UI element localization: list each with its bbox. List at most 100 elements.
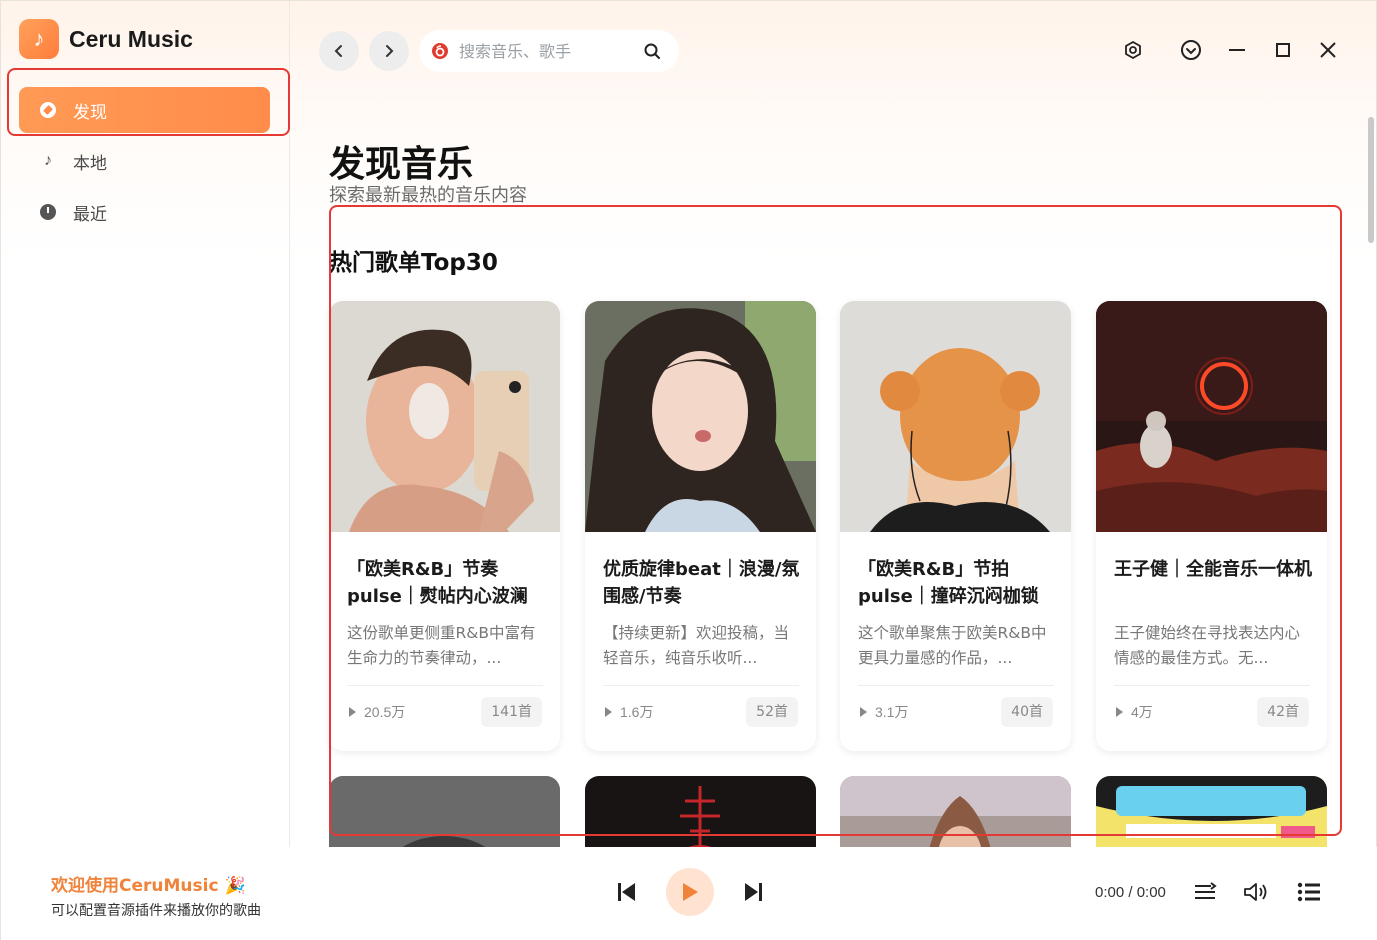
- playlist-title: 「欧美R&B」节拍pulse｜撞碎沉闷枷锁: [858, 559, 1039, 607]
- divider: [858, 685, 1054, 686]
- main-content: 发现音乐 探索最新最热的音乐内容 热门歌单Top30 「欧美R&B」节奏puls…: [290, 101, 1365, 847]
- playlist-mode-button[interactable]: [1192, 879, 1218, 905]
- sidebar-item-label: 发现: [73, 102, 107, 122]
- playlist-cover[interactable]: [1096, 301, 1327, 532]
- compass-icon: [39, 101, 57, 119]
- playlist-desc: 这个歌单聚焦于欧美R&B中更具力量感的作品，...: [858, 624, 1047, 667]
- player-bar: 欢迎使用CeruMusic 🎉 可以配置音源插件来播放你的歌曲 0:00 / 0…: [1, 847, 1377, 940]
- brand: ♪ Ceru Music: [19, 19, 193, 59]
- dropdown-icon: [1181, 40, 1201, 60]
- maximize-icon: [1276, 43, 1290, 57]
- playlist-card[interactable]: [840, 776, 1071, 847]
- play-icon: [683, 883, 698, 901]
- play-count-value: 20.5万: [364, 704, 406, 720]
- search-input[interactable]: [459, 41, 619, 61]
- sidebar-item-recent[interactable]: 最近: [19, 189, 270, 235]
- playlist-cover[interactable]: [329, 776, 560, 847]
- settings-icon: [1125, 40, 1141, 60]
- app-name: Ceru Music: [69, 25, 193, 52]
- playlist-card[interactable]: 「欧美R&B」节奏pulse｜熨帖内心波澜 这份歌单更侧重R&B中富有生命力的节…: [329, 301, 560, 751]
- playlist-card[interactable]: [1096, 776, 1327, 847]
- playlist-desc: 这份歌单更侧重R&B中富有生命力的节奏律动，...: [347, 624, 536, 667]
- page-subtitle: 探索最新最热的音乐内容: [329, 185, 527, 206]
- play-count-value: 4万: [1131, 704, 1153, 720]
- previous-button[interactable]: [613, 879, 639, 905]
- volume-button[interactable]: [1243, 879, 1269, 905]
- forward-button[interactable]: [369, 31, 409, 71]
- chevron-left-icon: [334, 45, 342, 57]
- scrollbar[interactable]: [1367, 101, 1375, 847]
- playlist-title: 王子健｜全能音乐一体机: [1114, 559, 1312, 580]
- sidebar-item-local[interactable]: ♪ 本地: [19, 138, 270, 184]
- playlist-card[interactable]: 「欧美R&B」节拍pulse｜撞碎沉闷枷锁 这个歌单聚焦于欧美R&B中更具力量感…: [840, 301, 1071, 751]
- close-icon: [1320, 42, 1336, 58]
- skip-next-icon: [745, 883, 762, 901]
- close-button[interactable]: [1315, 37, 1341, 63]
- settings-button[interactable]: [1120, 37, 1146, 63]
- tip-text: 可以配置音源插件来播放你的歌曲: [51, 903, 261, 919]
- section-title: 热门歌单Top30: [329, 250, 498, 276]
- divider: [347, 685, 543, 686]
- play-icon: [349, 707, 356, 717]
- app-window: ♪ Ceru Music 发现 ♪ 本地 最近 搜索音乐、歌手 发现音乐 探索最…: [0, 0, 1377, 940]
- minimize-icon: [1229, 49, 1245, 51]
- song-count-badge: 141首: [481, 697, 542, 727]
- maximize-button[interactable]: [1270, 37, 1296, 63]
- volume-icon: [1244, 883, 1267, 901]
- skip-previous-icon: [618, 883, 635, 901]
- playlist-cover[interactable]: [1096, 776, 1327, 847]
- play-count: 1.6万: [605, 702, 653, 722]
- play-icon: [605, 707, 612, 717]
- playlist-cover[interactable]: [585, 301, 816, 532]
- netease-icon[interactable]: [431, 42, 449, 60]
- queue-list-icon: [1297, 882, 1320, 902]
- sidebar-item-discover[interactable]: 发现: [19, 87, 270, 133]
- playlist-desc: 王子健始终在寻找表达内心情感的最佳方式。无...: [1114, 624, 1301, 667]
- playlist-cover[interactable]: [840, 776, 1071, 847]
- page-title: 发现音乐: [329, 144, 474, 185]
- playlist-cover[interactable]: [585, 776, 816, 847]
- playlist-cover[interactable]: [840, 301, 1071, 532]
- next-button[interactable]: [741, 879, 767, 905]
- play-icon: [860, 707, 867, 717]
- play-button[interactable]: [666, 868, 714, 916]
- playlist-card[interactable]: [585, 776, 816, 847]
- welcome-text: 欢迎使用CeruMusic 🎉: [51, 876, 246, 896]
- sidebar-item-label: 最近: [73, 204, 107, 224]
- play-count: 4万: [1116, 702, 1153, 722]
- playlist-title: 优质旋律beat｜浪漫/氛围感/节奏: [603, 559, 800, 607]
- divider: [603, 685, 799, 686]
- scrollbar-thumb[interactable]: [1368, 117, 1374, 243]
- top-bar: [290, 1, 1377, 101]
- queue-button[interactable]: [1296, 879, 1322, 905]
- chevron-right-icon: [386, 45, 394, 57]
- song-count-badge: 40首: [1001, 697, 1053, 727]
- sidebar: ♪ Ceru Music 发现 ♪ 本地 最近: [1, 1, 290, 847]
- playlist-card[interactable]: 优质旋律beat｜浪漫/氛围感/节奏 【持续更新】欢迎投稿，当轻音乐，纯音乐收听…: [585, 301, 816, 751]
- play-count: 20.5万: [349, 702, 405, 722]
- dropdown-button[interactable]: [1178, 37, 1204, 63]
- sidebar-nav: 发现 ♪ 本地 最近: [19, 87, 270, 240]
- minimize-button[interactable]: [1224, 37, 1250, 63]
- clock-icon: [39, 203, 57, 221]
- play-count-value: 3.1万: [875, 704, 909, 720]
- search-icon[interactable]: [643, 42, 661, 60]
- music-note-icon: ♪: [44, 152, 52, 169]
- playlist-cover[interactable]: [329, 301, 560, 532]
- play-count: 3.1万: [860, 702, 908, 722]
- song-count-badge: 52首: [746, 697, 798, 727]
- playlist-card[interactable]: 王子健｜全能音乐一体机 王子健始终在寻找表达内心情感的最佳方式。无... 4万 …: [1096, 301, 1327, 751]
- search-bar: [419, 30, 679, 72]
- back-button[interactable]: [319, 31, 359, 71]
- play-icon: [1116, 707, 1123, 717]
- play-count-value: 1.6万: [620, 704, 654, 720]
- order-mode-icon: [1195, 882, 1217, 899]
- playlist-card[interactable]: [329, 776, 560, 847]
- sidebar-item-label: 本地: [73, 153, 107, 173]
- divider: [1114, 685, 1310, 686]
- playlist-desc: 【持续更新】欢迎投稿，当轻音乐，纯音乐收听...: [603, 624, 790, 667]
- song-count-badge: 42首: [1257, 697, 1309, 727]
- time-display: 0:00 / 0:00: [1095, 884, 1166, 901]
- playlist-title: 「欧美R&B」节奏pulse｜熨帖内心波澜: [347, 559, 528, 607]
- music-note-icon: ♪: [19, 19, 59, 59]
